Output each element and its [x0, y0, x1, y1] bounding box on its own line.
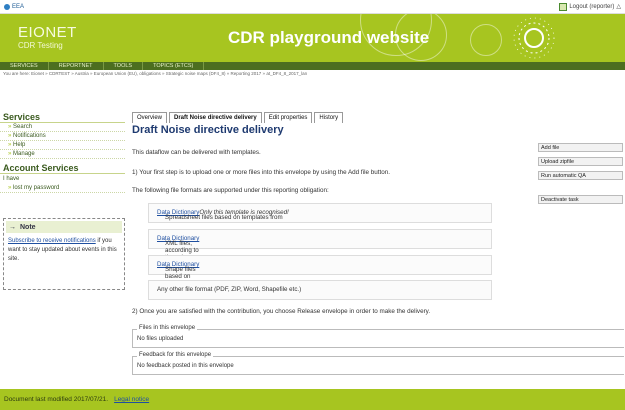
sidebar-item-search[interactable]: Search	[0, 123, 125, 132]
site-title: CDR playground website	[228, 28, 430, 47]
run-automatic-qa-button[interactable]: Run automatic QA	[538, 171, 623, 180]
sidebar: Services Search Notifications Help Manag…	[0, 112, 125, 193]
feedback-legend: Feedback for this envelope	[137, 352, 214, 358]
account-user-text: I have	[3, 176, 20, 182]
page-title: Draft Noise directive delivery	[132, 124, 284, 136]
format-item: Spreadsheet files based on templates fro…	[148, 203, 492, 223]
arrow-right-icon: →	[9, 223, 16, 231]
tab-draft-delivery[interactable]: Draft Noise directive delivery	[169, 112, 262, 123]
tab-overview[interactable]: Overview	[132, 112, 168, 123]
feedback-status: No feedback posted in this envelope	[137, 363, 234, 369]
site-banner: EIONET CDR Testing CDR playground websit…	[0, 14, 625, 62]
eionet-logo-text[interactable]: EIONET	[18, 24, 77, 41]
sidebar-item-manage[interactable]: Manage	[0, 150, 125, 159]
nav-item-topics[interactable]: TOPICS (ETCS)	[143, 62, 205, 70]
logout-icon	[559, 2, 568, 11]
logout-label: Logout (reporter)	[569, 3, 615, 10]
nav-item-services[interactable]: SERVICES	[0, 62, 49, 70]
eea-logo-icon	[4, 3, 10, 10]
format-item: XML files, according to the schema defin…	[148, 229, 492, 275]
nav-item-tools[interactable]: TOOLS	[104, 62, 144, 70]
note-title: Note	[20, 223, 36, 231]
files-status: No files uploaded	[137, 336, 184, 342]
subscribe-link[interactable]: Subscribe to receive notifications	[8, 238, 96, 244]
eea-brand[interactable]: EEA	[4, 3, 25, 10]
main-content: Draft Noise directive delivery	[132, 124, 622, 136]
lock-icon: △	[616, 4, 621, 10]
format-item-text: Shape files based on GIS templates from …	[157, 261, 199, 301]
format-item: Any other file format (PDF, ZIP, Word, S…	[148, 280, 492, 300]
services-heading: Services	[0, 112, 125, 123]
note-box: → Note Subscribe to receive notification…	[3, 218, 125, 290]
envelope-tabs: Overview Draft Noise directive delivery …	[132, 112, 344, 123]
step2-text: 2) Once you are satisfied with the contr…	[132, 308, 431, 315]
intro-text: This dataflow can be delivered with temp…	[132, 149, 261, 156]
formats-intro-text: The following file formats are supported…	[132, 187, 329, 194]
decor-ring	[470, 24, 502, 56]
format-item-text: XML files, according to the schema defin…	[157, 235, 199, 275]
top-bar: EEA Logout (reporter) △	[0, 0, 625, 14]
nav-item-reportnet[interactable]: REPORTNET	[49, 62, 104, 70]
feedback-fieldset: Feedback for this envelope No feedback p…	[132, 352, 624, 375]
account-services-heading: Account Services	[0, 163, 125, 174]
files-fieldset: Files in this envelope No files uploaded	[132, 325, 624, 348]
page-footer: Document last modified 2017/07/21. Legal…	[0, 389, 625, 410]
eea-brand-text: EEA	[12, 3, 25, 10]
banner-subtitle: CDR Testing	[18, 41, 63, 50]
main-nav: SERVICES REPORTNET TOOLS TOPICS (ETCS)	[0, 62, 625, 70]
breadcrumb[interactable]: You are here: Eionet » CDRTEST » Austria…	[3, 71, 623, 76]
note-body: Subscribe to receive notifications if yo…	[4, 235, 124, 266]
legal-notice-link[interactable]: Legal notice	[114, 396, 149, 403]
logout-link[interactable]: Logout (reporter) △	[559, 2, 621, 11]
format-item-text: Any other file format (PDF, ZIP, Word, S…	[157, 286, 302, 293]
footer-modified-text: Document last modified 2017/07/21.	[4, 396, 109, 403]
tab-history[interactable]: History	[314, 112, 344, 123]
upload-zipfile-button[interactable]: Upload zipfile	[538, 157, 623, 166]
note-header: → Note	[6, 221, 122, 233]
format-text: Spreadsheet files based on templates fro…	[165, 214, 283, 221]
eionet-sun-logo-icon	[513, 17, 555, 59]
format-text-post: .	[165, 214, 167, 221]
add-file-button[interactable]: Add file	[538, 143, 623, 152]
sidebar-item-notifications[interactable]: Notifications	[0, 132, 125, 141]
files-legend: Files in this envelope	[137, 325, 198, 331]
deactivate-task-button[interactable]: Deactivate task	[538, 195, 623, 204]
sidebar-item-help[interactable]: Help	[0, 141, 125, 150]
sidebar-item-lost-password[interactable]: lost my password	[0, 184, 125, 193]
step1-text: 1) Your first step is to upload one or m…	[132, 169, 390, 176]
format-item: Shape files based on GIS templates from …	[148, 255, 492, 301]
format-item-text: Spreadsheet files based on templates fro…	[157, 209, 289, 221]
tab-edit-properties[interactable]: Edit properties	[263, 112, 313, 123]
